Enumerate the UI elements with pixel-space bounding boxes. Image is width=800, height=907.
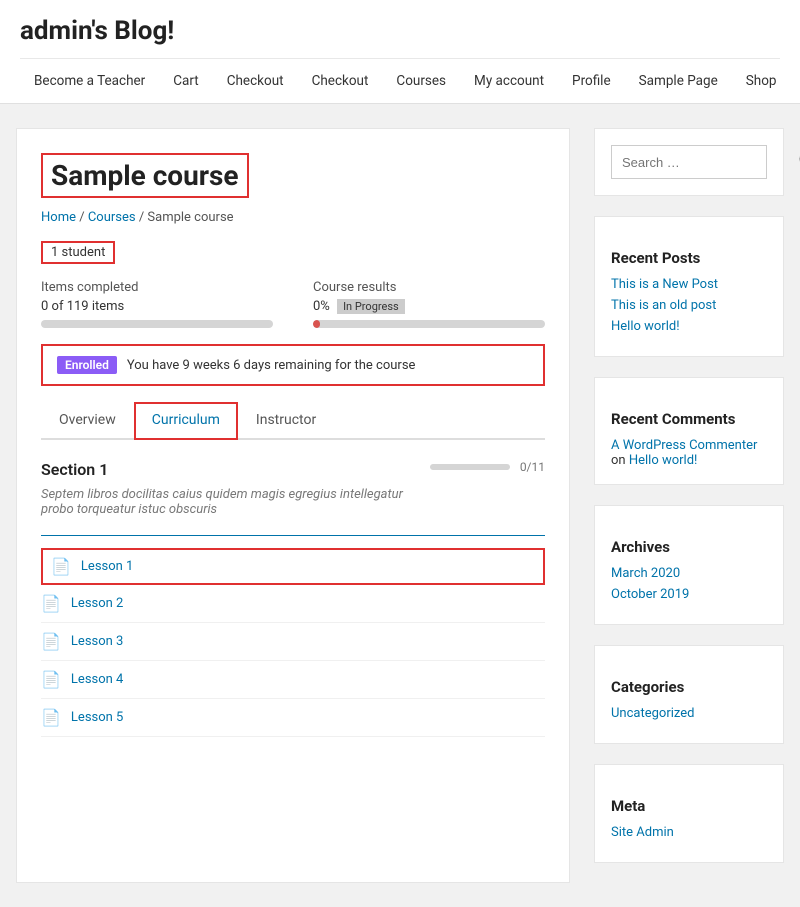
course-title: Sample course [41,153,249,198]
meta-title: Meta [611,797,767,815]
tab-instructor[interactable]: Instructor [238,402,334,440]
lesson-link[interactable]: Lesson 4 [71,672,123,687]
recent-posts-title: Recent Posts [611,249,767,267]
course-results-block: Course results 0% In Progress [313,280,545,328]
site-header: admin's Blog! Become a Teacher Cart Chec… [0,0,800,104]
nav-courses[interactable]: Courses [382,59,460,103]
lesson-item[interactable]: 📄 Lesson 3 [41,623,545,661]
section-header: Section 1 Septem libros docilitas caius … [41,460,545,527]
lesson-icon: 📄 [41,632,61,651]
lesson-link[interactable]: Lesson 5 [71,710,123,725]
section-title: Section 1 [41,460,430,479]
nav-become-teacher[interactable]: Become a Teacher [20,59,159,103]
course-results-label: Course results [313,280,545,295]
archives-title: Archives [611,538,767,556]
items-completed-label: Items completed [41,280,273,295]
lesson-item[interactable]: 📄 Lesson 1 [41,548,545,585]
recent-post-link[interactable]: Hello world! [611,319,767,334]
student-badge: 1 student [41,241,115,264]
stats-row: Items completed 0 of 119 items Course re… [41,280,545,328]
lesson-item[interactable]: 📄 Lesson 4 [41,661,545,699]
course-results-value: 0% In Progress [313,299,545,314]
category-link[interactable]: Uncategorized [611,706,767,721]
breadcrumb: Home / Courses / Sample course [41,210,545,225]
tab-curriculum[interactable]: Curriculum [134,402,238,440]
lesson-item[interactable]: 📄 Lesson 2 [41,585,545,623]
lesson-icon: 📄 [51,557,71,576]
tab-overview[interactable]: Overview [41,402,134,440]
recent-comments-title: Recent Comments [611,410,767,428]
lesson-item[interactable]: 📄 Lesson 5 [41,699,545,737]
in-progress-label: In Progress [337,299,405,314]
commenter-link[interactable]: A WordPress Commenter [611,438,757,453]
main-content: Sample course Home / Courses / Sample co… [16,128,570,883]
nav-cart[interactable]: Cart [159,59,212,103]
nav-profile[interactable]: Profile [558,59,625,103]
sidebar: 🔍 Recent Posts This is a New Post This i… [594,128,784,883]
search-box: 🔍 [611,145,767,179]
enrolled-banner: Enrolled You have 9 weeks 6 days remaini… [41,344,545,386]
archives-widget: Archives March 2020 October 2019 [594,505,784,625]
nav-sample-page[interactable]: Sample Page [625,59,732,103]
categories-title: Categories [611,678,767,696]
meta-link[interactable]: Site Admin [611,825,767,840]
archive-link[interactable]: March 2020 [611,566,767,581]
lesson-link[interactable]: Lesson 1 [81,559,133,574]
breadcrumb-current: Sample course [147,210,233,225]
breadcrumb-home[interactable]: Home [41,210,76,225]
archive-link[interactable]: October 2019 [611,587,767,602]
section-progress-bar [430,464,510,470]
enrolled-tag: Enrolled [57,356,117,374]
lesson-list: 📄 Lesson 1 📄 Lesson 2 📄 Lesson 3 📄 Lesso… [41,548,545,737]
lesson-icon: 📄 [41,594,61,613]
lesson-icon: 📄 [41,708,61,727]
lesson-link[interactable]: Lesson 2 [71,596,123,611]
section-progress-wrap: 0/11 [430,460,545,474]
recent-comments-widget: Recent Comments A WordPress Commenter on… [594,377,784,485]
items-completed-block: Items completed 0 of 119 items [41,280,273,328]
nav-my-account[interactable]: My account [460,59,558,103]
breadcrumb-courses[interactable]: Courses [88,210,136,225]
nav-checkout-2[interactable]: Checkout [298,59,383,103]
meta-widget: Meta Site Admin [594,764,784,863]
results-progress-bar-bg [313,320,545,328]
course-tabs: Overview Curriculum Instructor [41,402,545,440]
section-count: 0/11 [520,460,545,474]
section-divider [41,535,545,536]
items-completed-value: 0 of 119 items [41,299,273,314]
search-input[interactable] [622,155,798,170]
lesson-link[interactable]: Lesson 3 [71,634,123,649]
categories-widget: Categories Uncategorized [594,645,784,744]
comment-post-link[interactable]: Hello world! [629,453,698,468]
main-nav: Become a Teacher Cart Checkout Checkout … [20,58,780,103]
nav-checkout-1[interactable]: Checkout [213,59,298,103]
lesson-icon: 📄 [41,670,61,689]
results-progress-bar-fill [313,320,320,328]
page-wrapper: Sample course Home / Courses / Sample co… [0,104,800,907]
section-desc: Septem libros docilitas caius quidem mag… [41,487,430,517]
nav-shop[interactable]: Shop [732,59,791,103]
recent-comments-text: A WordPress Commenter on Hello world! [611,438,767,468]
items-progress-bar-bg [41,320,273,328]
site-title: admin's Blog! [20,16,780,58]
enrolled-text: You have 9 weeks 6 days remaining for th… [127,358,416,373]
recent-post-link[interactable]: This is an old post [611,298,767,313]
recent-posts-widget: Recent Posts This is a New Post This is … [594,216,784,357]
search-widget: 🔍 [594,128,784,196]
recent-post-link[interactable]: This is a New Post [611,277,767,292]
